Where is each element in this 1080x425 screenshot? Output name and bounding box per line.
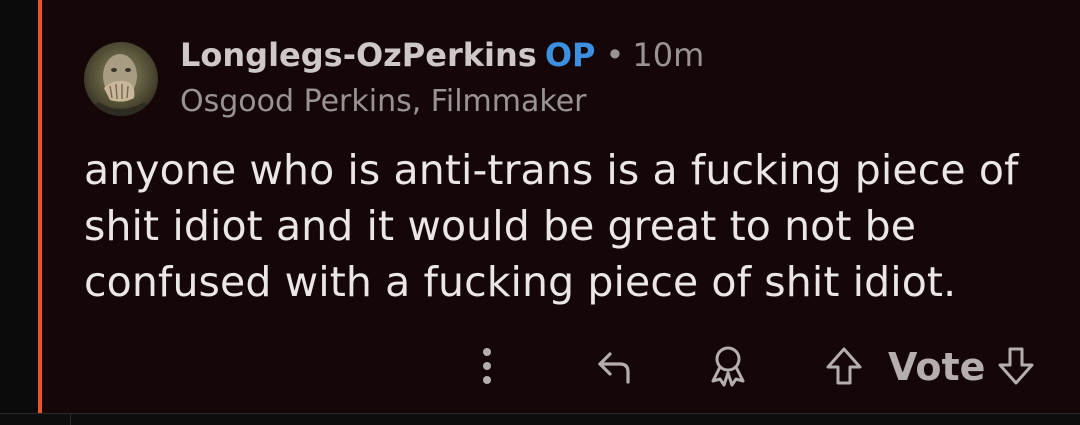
downvote-arrow-icon <box>998 347 1034 385</box>
downvote-button[interactable] <box>994 336 1038 396</box>
separator-dot: • <box>605 36 625 74</box>
avatar[interactable] <box>84 42 158 116</box>
more-vertical-icon <box>483 348 491 384</box>
comment-actions: Vote <box>0 336 1080 396</box>
award-icon <box>711 346 745 387</box>
comment-screen: Longlegs-OzPerkins OP • 10m Osgood Perkins,… <box>0 0 1080 425</box>
vote-label: Vote <box>888 345 986 389</box>
more-options-button[interactable] <box>470 336 504 396</box>
timestamp[interactable]: 10m <box>632 36 704 74</box>
user-flair: Osgood Perkins, Filmmaker <box>180 84 587 119</box>
comment-body: anyone who is anti-trans is a fucking pi… <box>84 146 1019 306</box>
comment-header: Longlegs-OzPerkins OP • 10m <box>180 33 704 77</box>
bottom-bar <box>0 413 1080 425</box>
upvote-button[interactable] <box>822 336 866 396</box>
username[interactable]: Longlegs-OzPerkins <box>180 36 537 74</box>
reply-icon <box>598 352 630 384</box>
reply-button[interactable] <box>590 336 638 396</box>
user-avatar <box>84 42 158 116</box>
upvote-arrow-icon <box>826 347 862 385</box>
op-badge: OP <box>544 36 596 74</box>
bottom-bar-divider <box>70 414 71 425</box>
award-button[interactable] <box>704 336 752 396</box>
